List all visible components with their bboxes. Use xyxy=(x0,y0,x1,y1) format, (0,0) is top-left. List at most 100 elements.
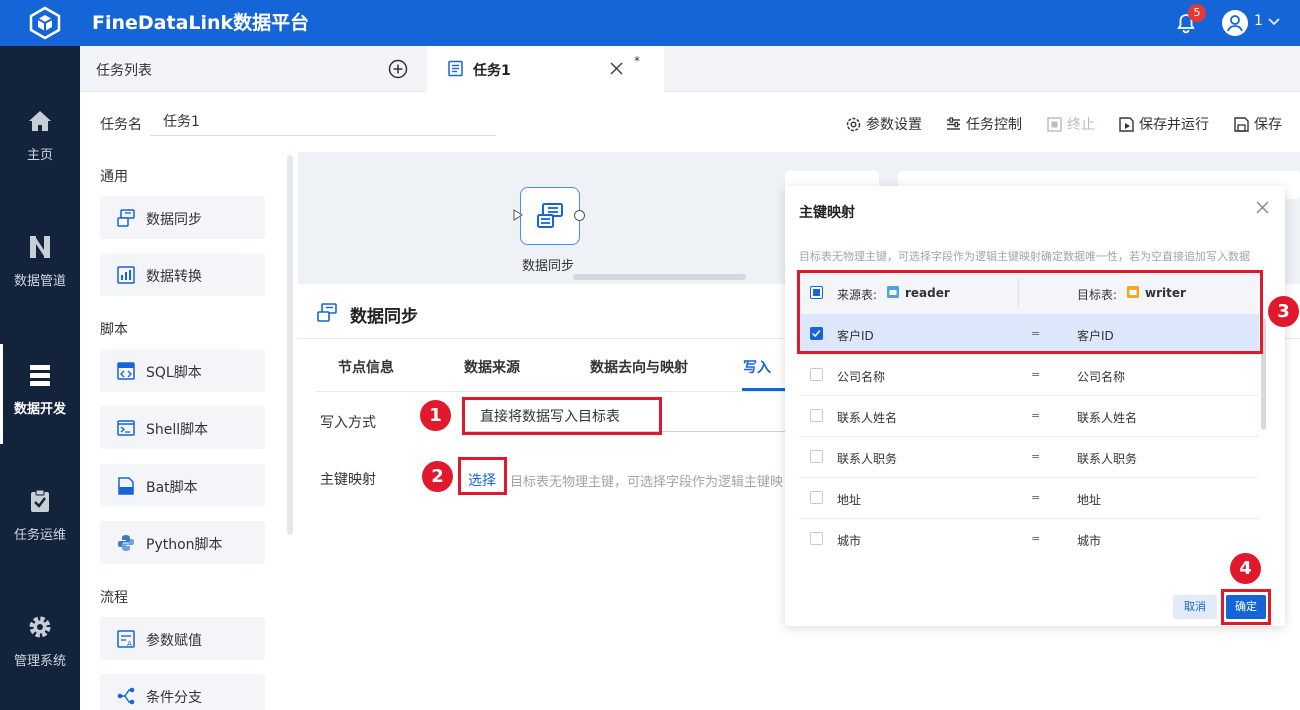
cancel-button[interactable]: 取消 xyxy=(1173,595,1217,619)
clipboard-check-icon xyxy=(31,489,49,512)
data-transform-icon xyxy=(117,266,135,284)
tab-write[interactable]: 写入 xyxy=(743,357,771,377)
dialog-hint: 目标表无物理主键，可选择字段作为逻辑主键映射确定数据唯一性，若为空直接追加写入数… xyxy=(799,250,1250,263)
data-sync-icon xyxy=(117,209,135,227)
palette-item-shell[interactable]: Shell脚本 xyxy=(100,406,265,449)
table-row[interactable]: 联系人职务 = 联系人职务 xyxy=(799,437,1259,478)
logo-icon xyxy=(29,6,61,40)
sidebar-item-dev[interactable]: 数据开发 xyxy=(0,344,80,444)
tabs-baseline xyxy=(316,391,786,392)
equals-sign: = xyxy=(1031,368,1041,381)
palette-item-bat[interactable]: Bat脚本 xyxy=(100,464,265,507)
close-icon[interactable] xyxy=(608,60,625,77)
pk-mapping-label: 主键映射 xyxy=(320,472,376,488)
sliders-icon xyxy=(947,116,960,130)
palette-item-data-transform[interactable]: 数据转换 xyxy=(100,253,265,296)
palette-heading-general: 通用 xyxy=(100,169,128,185)
task-name-input[interactable]: 任务1 xyxy=(150,108,496,136)
node-label: 数据同步 xyxy=(522,259,575,274)
button-label: 参数设置 xyxy=(866,117,922,133)
palette-item-param-assign[interactable]: A 参数赋值 xyxy=(100,617,265,660)
highlight-confirm-button xyxy=(1221,589,1271,625)
stop-button[interactable]: 终止 xyxy=(1046,114,1095,134)
pk-hint: 目标表无物理主键，可选择字段作为逻辑主键映 xyxy=(510,475,784,490)
pipeline-icon xyxy=(30,236,50,258)
save-and-run-button[interactable]: 保存并运行 xyxy=(1118,114,1209,134)
avatar[interactable] xyxy=(1222,10,1248,36)
palette-item-data-sync[interactable]: 数据同步 xyxy=(100,196,265,239)
highlight-mapping-row xyxy=(797,270,1263,354)
save-button[interactable]: 保存 xyxy=(1233,114,1282,134)
row-checkbox[interactable] xyxy=(810,409,823,422)
palette-item-condition[interactable]: 条件分支 xyxy=(100,674,265,710)
task-control-button[interactable]: 任务控制 xyxy=(945,114,1022,134)
sidebar-item-label: 管理系统 xyxy=(13,654,66,669)
row-checkbox[interactable] xyxy=(810,368,823,381)
step-marker-3: 3 xyxy=(1268,296,1299,327)
tab-node-info[interactable]: 节点信息 xyxy=(338,357,394,377)
button-label: 任务控制 xyxy=(966,117,1022,133)
tab-task-list[interactable]: 任务列表 xyxy=(96,60,152,80)
panel-title: 数据同步 xyxy=(350,307,418,327)
tab-strip xyxy=(80,46,1300,92)
gear-icon xyxy=(846,117,861,131)
canvas-scrollbar[interactable] xyxy=(573,274,746,280)
tab-data-source[interactable]: 数据来源 xyxy=(464,357,520,377)
palette-item-label: Shell脚本 xyxy=(146,422,209,438)
table-row[interactable]: 公司名称 = 公司名称 xyxy=(799,355,1259,396)
shell-script-icon xyxy=(117,420,135,436)
dev-icon xyxy=(30,365,50,386)
sidebar-item-pipeline[interactable]: 数据管道 xyxy=(0,216,80,316)
tab-label[interactable]: 任务1 xyxy=(473,60,511,80)
param-assign-icon: A xyxy=(117,630,135,648)
input-port-icon[interactable] xyxy=(513,209,523,221)
equals-sign: = xyxy=(1031,532,1041,545)
palette-scrollbar[interactable] xyxy=(287,155,293,535)
write-mode-label: 写入方式 xyxy=(320,415,376,431)
palette-item-label: 数据转换 xyxy=(146,269,202,285)
chevron-down-icon[interactable] xyxy=(1266,14,1282,30)
add-circle-icon[interactable] xyxy=(388,59,408,79)
table-row[interactable]: 地址 = 地址 xyxy=(799,478,1259,519)
step-marker-4: 4 xyxy=(1230,553,1261,584)
row-checkbox[interactable] xyxy=(810,450,823,463)
sidebar-item-label: 主页 xyxy=(26,148,53,163)
sidebar-item-label: 数据管道 xyxy=(13,274,66,289)
gear-icon xyxy=(29,616,51,638)
param-settings-button[interactable]: 参数设置 xyxy=(845,114,922,134)
palette-item-python[interactable]: Python脚本 xyxy=(100,521,265,564)
sidebar-item-ops[interactable]: 任务运维 xyxy=(0,470,80,570)
row-checkbox[interactable] xyxy=(810,532,823,545)
user-name[interactable]: 1 xyxy=(1254,13,1263,29)
task-name-label: 任务名 xyxy=(100,117,142,133)
source-field: 联系人姓名 xyxy=(837,411,898,425)
output-port[interactable] xyxy=(574,210,585,221)
source-field: 地址 xyxy=(837,493,862,507)
tab-data-target-mapping[interactable]: 数据去向与映射 xyxy=(590,357,688,377)
highlight-select-button xyxy=(458,457,507,495)
equals-sign: = xyxy=(1031,409,1041,422)
equals-sign: = xyxy=(1031,450,1041,463)
palette-item-label: Python脚本 xyxy=(146,537,223,553)
palette-item-label: 条件分支 xyxy=(146,690,202,706)
palette-item-label: 参数赋值 xyxy=(146,633,202,649)
save-icon xyxy=(1234,116,1249,132)
source-field: 公司名称 xyxy=(837,370,886,384)
table-row[interactable]: 联系人姓名 = 联系人姓名 xyxy=(799,396,1259,437)
button-label: 终止 xyxy=(1067,117,1095,133)
dialog-title: 主键映射 xyxy=(799,205,855,221)
sidebar-item-admin[interactable]: 管理系统 xyxy=(0,596,80,696)
sidebar-item-label: 任务运维 xyxy=(13,528,66,543)
unsaved-marker: * xyxy=(634,54,640,68)
data-sync-icon xyxy=(317,303,337,322)
sidebar-item-home[interactable]: 主页 xyxy=(0,90,80,190)
target-field: 城市 xyxy=(1077,534,1102,548)
row-checkbox[interactable] xyxy=(810,491,823,504)
table-row[interactable]: 城市 = 城市 xyxy=(799,519,1259,560)
python-icon xyxy=(118,535,134,551)
button-label: 保存 xyxy=(1254,117,1282,133)
equals-sign: = xyxy=(1031,491,1041,504)
close-icon[interactable] xyxy=(1255,200,1270,215)
sidebar: 主页 数据管道 数据开发 任务运维 管理系统 xyxy=(0,46,80,710)
palette-item-sql[interactable]: SQL脚本 xyxy=(100,349,265,392)
